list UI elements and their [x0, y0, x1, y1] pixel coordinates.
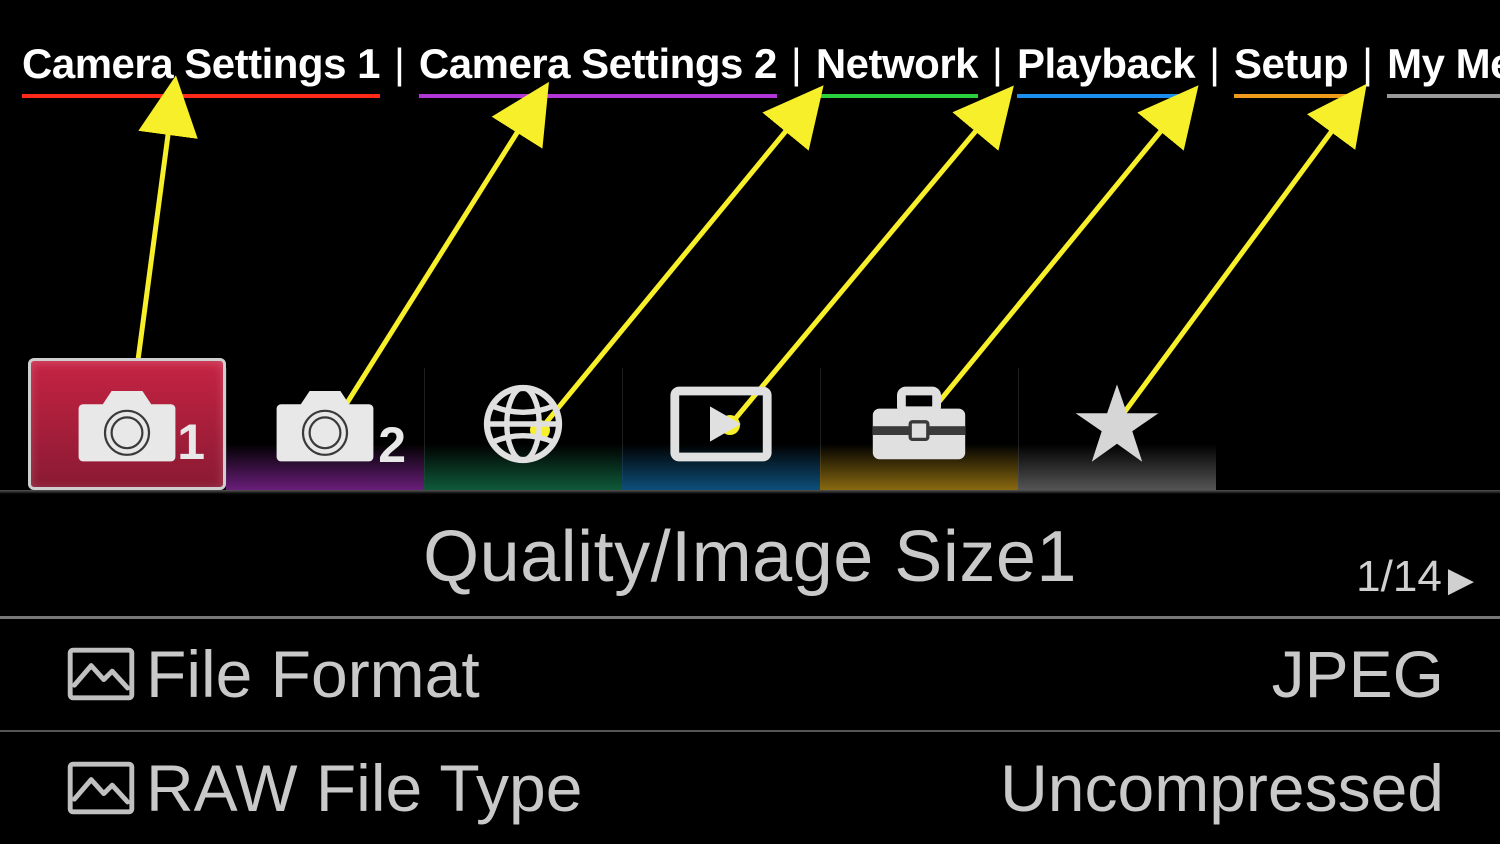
- label-separator: |: [978, 40, 1017, 88]
- tab-camera-settings-1[interactable]: 1: [28, 358, 226, 490]
- tab-camera-settings-2[interactable]: 2: [226, 358, 424, 490]
- menu-row-label: RAW File Type: [146, 750, 1000, 826]
- section-title-row: Quality/Image Size1 1/14 ▶: [0, 498, 1500, 619]
- section-title: Quality/Image Size1: [0, 516, 1500, 598]
- tab-badge: 2: [378, 416, 406, 474]
- menu-row[interactable]: File FormatJPEG: [0, 618, 1500, 732]
- star-icon: [1057, 376, 1177, 472]
- menu-row-label: File Format: [146, 636, 1272, 712]
- play-icon: [661, 376, 781, 472]
- tab-badge: 1: [177, 413, 205, 471]
- menu-row[interactable]: RAW File TypeUncompressed: [0, 732, 1500, 844]
- page-indicator[interactable]: 1/14 ▶: [1356, 552, 1474, 602]
- annotation-label: Playback: [1017, 40, 1195, 98]
- camera-icon: [265, 376, 385, 472]
- annotation-labels-row: Camera Settings 1|Camera Settings 2|Netw…: [0, 40, 1500, 98]
- menu-list: File FormatJPEG RAW File TypeUncompresse…: [0, 618, 1500, 844]
- label-separator: |: [1348, 40, 1387, 88]
- tab-network[interactable]: [424, 358, 622, 490]
- menu-row-value: Uncompressed: [1000, 750, 1444, 826]
- toolbox-icon: [859, 376, 979, 472]
- picture-icon: [66, 646, 146, 702]
- annotation-label: My Menu: [1387, 40, 1500, 98]
- page-total: 14: [1393, 552, 1442, 602]
- annotation-label: Camera Settings 2: [419, 40, 777, 98]
- label-separator: |: [380, 40, 419, 88]
- label-separator: |: [1195, 40, 1234, 88]
- globe-icon: [463, 376, 583, 472]
- page-current: 1: [1356, 552, 1380, 602]
- label-separator: |: [777, 40, 816, 88]
- menu-tab-bar: 1 2: [28, 358, 1500, 490]
- menu-row-value: JPEG: [1272, 636, 1444, 712]
- annotation-label: Setup: [1234, 40, 1348, 98]
- tab-baseline: [0, 490, 1500, 494]
- tab-setup[interactable]: [820, 358, 1018, 490]
- camera-icon: [67, 376, 187, 472]
- annotation-label: Network: [816, 40, 978, 98]
- picture-icon: [66, 760, 146, 816]
- annotation-label: Camera Settings 1: [22, 40, 380, 98]
- chevron-right-icon: ▶: [1448, 560, 1474, 600]
- tab-playback[interactable]: [622, 358, 820, 490]
- tab-my-menu[interactable]: [1018, 358, 1216, 490]
